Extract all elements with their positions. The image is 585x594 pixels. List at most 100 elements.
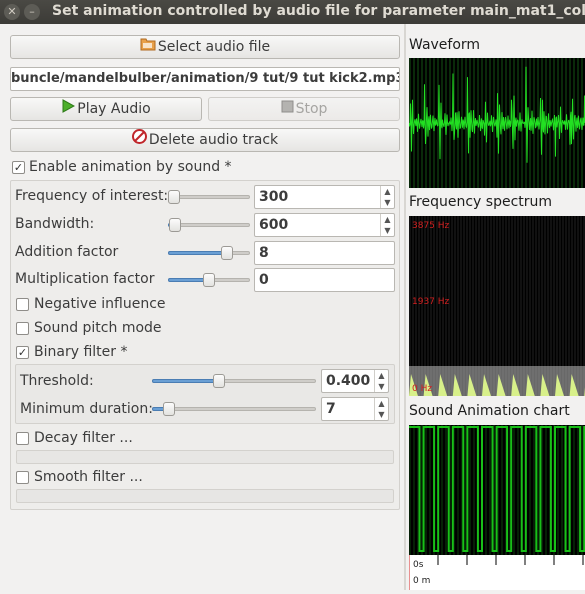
spin-up-icon[interactable]: ▲ bbox=[375, 370, 388, 381]
chart-stripe bbox=[529, 425, 531, 555]
threshold-label: Threshold: bbox=[20, 373, 94, 389]
negative-influence-checkbox[interactable] bbox=[16, 298, 29, 311]
chart-stripe bbox=[457, 425, 459, 555]
decay-filter-label: Decay filter ... bbox=[34, 430, 133, 446]
folder-icon bbox=[140, 36, 156, 58]
timeline-start-label: 0s bbox=[413, 560, 424, 570]
chart-stripe bbox=[409, 425, 411, 555]
bandwidth-slider[interactable] bbox=[168, 217, 250, 233]
binary-filter-checkbox[interactable]: ✓ bbox=[16, 346, 29, 359]
stop-button[interactable]: Stop bbox=[208, 97, 400, 121]
chart-stripe bbox=[501, 425, 503, 555]
chart-stripe bbox=[473, 425, 475, 555]
spin-down-icon[interactable]: ▼ bbox=[375, 409, 388, 420]
chart-stripe bbox=[469, 425, 471, 555]
frequency-label: Frequency of interest: bbox=[15, 188, 169, 204]
spin-up-icon[interactable]: ▲ bbox=[381, 186, 394, 197]
spectrum-bottom-hz: 0 Hz bbox=[412, 384, 433, 394]
multiplication-factor-value: 0 bbox=[259, 272, 269, 288]
decay-filter-checkbox[interactable] bbox=[16, 432, 29, 445]
chart-stripe bbox=[513, 425, 515, 555]
frequency-spinbox[interactable]: 300 ▲ ▼ bbox=[254, 185, 395, 209]
threshold-value: 0.400 bbox=[326, 373, 371, 389]
enable-animation-checkbox[interactable]: ✓ bbox=[12, 161, 25, 174]
left-panel: Select audio file buncle/mandelbulber/an… bbox=[0, 24, 404, 590]
play-audio-label: Play Audio bbox=[77, 101, 151, 117]
timeline-ruler[interactable]: 0s 0 m bbox=[408, 555, 585, 590]
sound-pitch-mode-checkbox[interactable] bbox=[16, 322, 29, 335]
sound-animation-chart-label: Sound Animation chart bbox=[409, 403, 570, 419]
chart-stripe bbox=[533, 425, 535, 555]
play-audio-button[interactable]: Play Audio bbox=[10, 97, 202, 121]
delete-audio-track-button[interactable]: Delete audio track bbox=[10, 128, 400, 152]
addition-factor-field[interactable]: 8 bbox=[254, 241, 395, 265]
chart-stripe bbox=[557, 425, 559, 555]
bandwidth-spinbox[interactable]: 600 ▲ ▼ bbox=[254, 213, 395, 237]
stop-icon bbox=[281, 98, 294, 120]
chart-stripe bbox=[577, 425, 579, 555]
bandwidth-label: Bandwidth: bbox=[15, 216, 95, 232]
title-bar: ✕ – Set animation controlled by audio fi… bbox=[0, 0, 585, 24]
frequency-slider[interactable] bbox=[168, 189, 250, 205]
minimum-duration-label: Minimum duration: bbox=[20, 401, 153, 417]
spin-down-icon[interactable]: ▼ bbox=[375, 381, 388, 392]
addition-factor-slider[interactable] bbox=[168, 245, 250, 261]
minimum-duration-slider[interactable] bbox=[152, 401, 316, 417]
chart-stripe bbox=[413, 425, 415, 555]
spectrum-top-hz: 3875 Hz bbox=[412, 221, 450, 231]
select-audio-label: Select audio file bbox=[157, 39, 271, 55]
spin-down-icon[interactable]: ▼ bbox=[381, 225, 394, 236]
negative-influence-label: Negative influence bbox=[34, 296, 166, 312]
spin-up-icon[interactable]: ▲ bbox=[375, 398, 388, 409]
minimum-duration-spinbox[interactable]: 7 ▲ ▼ bbox=[321, 397, 389, 421]
frequency-value: 300 bbox=[259, 189, 289, 205]
chart-stripe bbox=[425, 425, 427, 555]
play-icon bbox=[61, 98, 76, 120]
bandwidth-value: 600 bbox=[259, 217, 289, 233]
audio-file-path-field[interactable]: buncle/mandelbulber/animation/9 tut/9 tu… bbox=[10, 67, 400, 91]
chart-stripe bbox=[517, 425, 519, 555]
window-title: Set animation controlled by audio file f… bbox=[52, 3, 585, 19]
animation-chart-graph bbox=[409, 425, 585, 555]
chart-stripe bbox=[441, 425, 443, 555]
enable-animation-label: Enable animation by sound * bbox=[29, 159, 232, 175]
delete-audio-track-label: Delete audio track bbox=[148, 132, 279, 148]
chart-stripe bbox=[561, 425, 563, 555]
sound-animation-chart-plot bbox=[409, 425, 585, 555]
smooth-filter-checkbox[interactable] bbox=[16, 471, 29, 484]
spectrum-mid-hz: 1937 Hz bbox=[412, 297, 450, 307]
chart-stripe bbox=[445, 425, 447, 555]
sound-pitch-mode-label: Sound pitch mode bbox=[34, 320, 162, 336]
select-audio-button[interactable]: Select audio file bbox=[10, 35, 400, 59]
multiplication-factor-slider[interactable] bbox=[168, 272, 250, 288]
multiplication-factor-label: Multiplication factor bbox=[15, 271, 155, 287]
timeline-unit-label: 0 m bbox=[413, 576, 431, 586]
timeline-ticks bbox=[408, 555, 584, 590]
right-panel: Waveform Frequency spectrum 3875 Hz 1937… bbox=[406, 24, 585, 590]
addition-factor-label: Addition factor bbox=[15, 244, 119, 260]
minimize-icon[interactable]: – bbox=[24, 4, 40, 20]
chart-stripe bbox=[581, 425, 583, 555]
binary-filter-label: Binary filter * bbox=[34, 344, 128, 360]
frequency-spectrum-plot: 3875 Hz 1937 Hz 0 Hz bbox=[409, 216, 585, 396]
chart-stripe bbox=[489, 425, 491, 555]
minimum-duration-value: 7 bbox=[326, 401, 336, 417]
smooth-filter-label: Smooth filter ... bbox=[34, 469, 143, 485]
threshold-slider[interactable] bbox=[152, 373, 316, 389]
decay-filter-collapsed-group bbox=[16, 450, 394, 464]
addition-factor-value: 8 bbox=[259, 245, 269, 261]
spin-up-icon[interactable]: ▲ bbox=[381, 214, 394, 225]
multiplication-factor-field[interactable]: 0 bbox=[254, 268, 395, 292]
frequency-spectrum-label: Frequency spectrum bbox=[409, 194, 553, 210]
waveform-label: Waveform bbox=[409, 37, 481, 53]
waveform-plot bbox=[409, 58, 585, 188]
stop-label: Stop bbox=[295, 101, 328, 117]
waveform-graph bbox=[409, 58, 585, 188]
chart-stripe bbox=[429, 425, 431, 555]
delete-icon bbox=[131, 129, 147, 151]
threshold-spinbox[interactable]: 0.400 ▲ ▼ bbox=[321, 369, 389, 393]
close-icon[interactable]: ✕ bbox=[4, 4, 20, 20]
chart-stripe bbox=[573, 425, 575, 555]
chart-stripe bbox=[545, 425, 547, 555]
spin-down-icon[interactable]: ▼ bbox=[381, 197, 394, 208]
